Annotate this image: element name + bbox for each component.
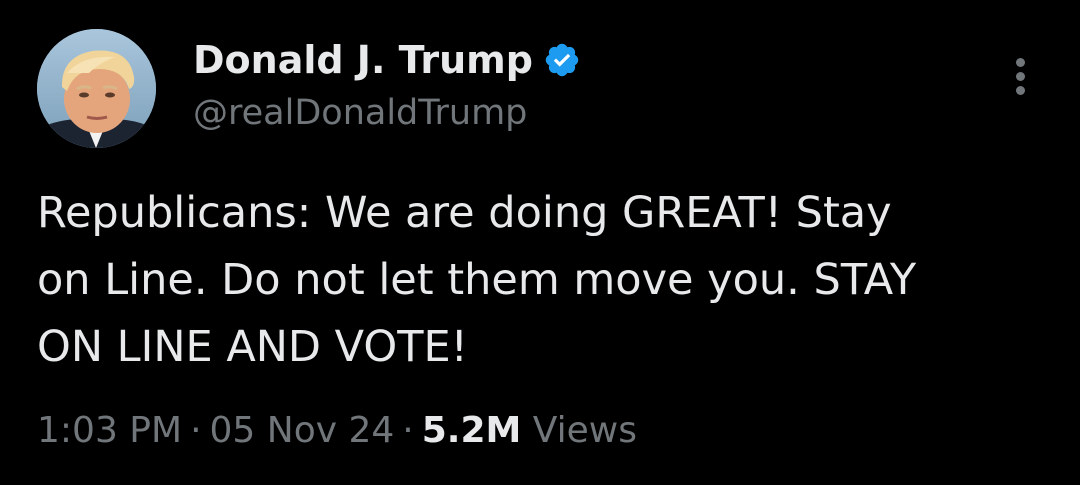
views-count[interactable]: 5.2M xyxy=(422,410,522,451)
more-vertical-icon[interactable] xyxy=(1006,55,1036,99)
tweet-text: Republicans: We are doing GREAT! Stay on… xyxy=(37,180,1047,381)
tweet-text-line: ON LINE AND VOTE! xyxy=(37,322,468,372)
author-display-name[interactable]: Donald J. Trump xyxy=(193,36,533,84)
tweet-text-line: on Line. Do not let them move you. STAY xyxy=(37,255,917,305)
tweet-text-line: Republicans: We are doing GREAT! Stay xyxy=(37,188,892,238)
views-label[interactable]: Views xyxy=(533,410,637,451)
tweet-metadata: 1:03 PM · 05 Nov 24 · 5.2M Views xyxy=(37,405,637,457)
author-name-row[interactable]: Donald J. Trump xyxy=(193,36,581,84)
tweet-date[interactable]: 05 Nov 24 xyxy=(210,410,395,451)
tweet-time[interactable]: 1:03 PM xyxy=(37,410,182,451)
verified-badge-icon[interactable] xyxy=(543,41,581,79)
profile-avatar[interactable] xyxy=(37,29,156,148)
tweet: Donald J. Trump @realDonaldTrump Republi… xyxy=(0,0,1080,485)
separator-dot: · xyxy=(402,410,414,451)
separator-dot: · xyxy=(190,410,202,451)
author-handle[interactable]: @realDonaldTrump xyxy=(193,89,527,137)
